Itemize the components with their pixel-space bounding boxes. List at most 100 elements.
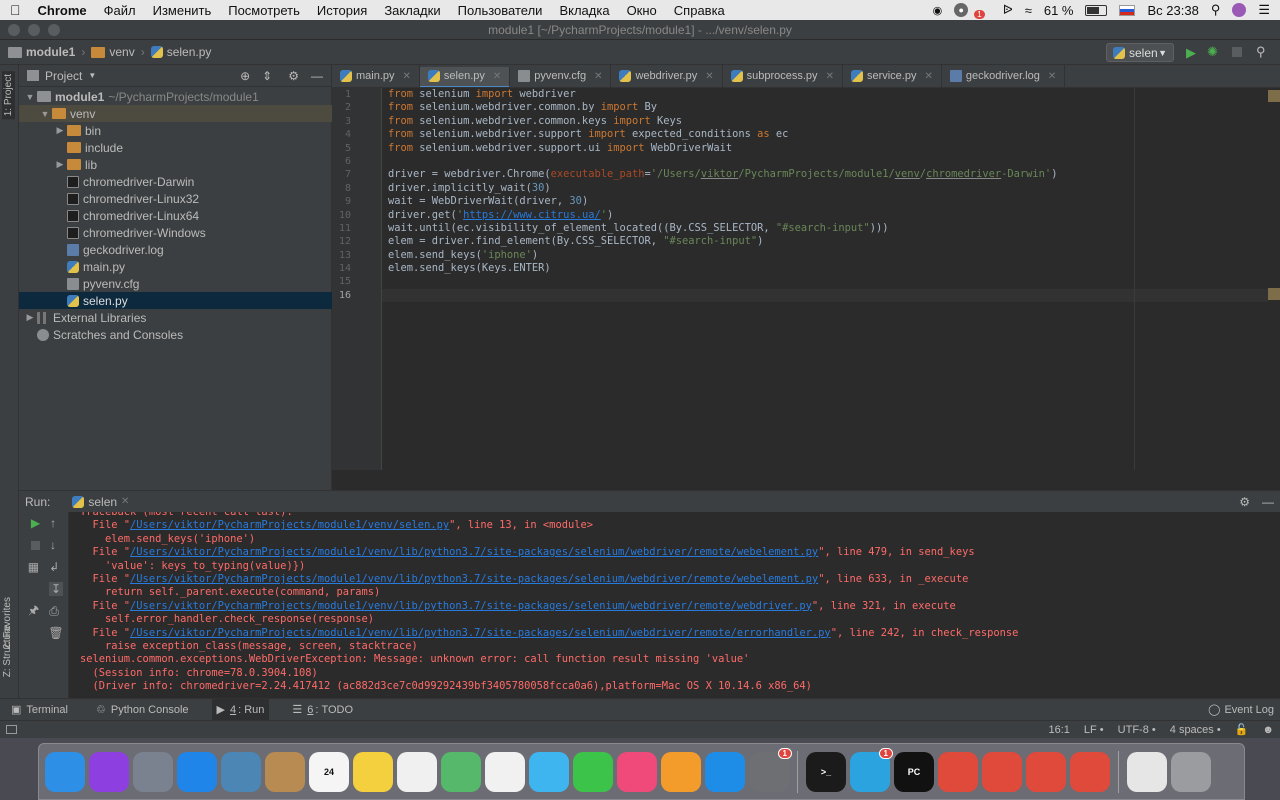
close-tab-icon[interactable]: ✕ — [403, 71, 411, 82]
chevron-right-icon[interactable]: ▶ — [23, 312, 37, 323]
run-configuration-select[interactable]: selen ▼ — [1106, 43, 1174, 62]
search-everywhere-icon[interactable]: ⚲ — [1256, 44, 1266, 60]
menu-item-5[interactable]: Пользователи — [458, 3, 543, 18]
close-tab-icon[interactable]: ✕ — [826, 71, 834, 82]
breadcrumb-venv[interactable]: venv — [91, 45, 135, 59]
chevron-down-icon[interactable]: ▼ — [88, 71, 96, 80]
tree-item-folder-bin[interactable]: ▶ bin — [19, 122, 332, 139]
dock-calendar-icon[interactable]: 24 — [309, 751, 349, 792]
dock-preview-icon[interactable] — [221, 751, 261, 792]
run-tab-selen[interactable]: selen — [88, 495, 117, 509]
dock-reminders-icon[interactable] — [397, 751, 437, 792]
dock-telegram-icon[interactable]: 1 — [850, 747, 893, 792]
tree-item-file[interactable]: selen.py — [19, 292, 332, 309]
bluetooth-icon[interactable]: ᐉ — [1003, 2, 1013, 18]
menu-item-4[interactable]: Закладки — [384, 3, 440, 18]
tree-item-file[interactable]: main.py — [19, 258, 332, 275]
soft-wrap-icon[interactable]: ↲ — [49, 560, 59, 574]
stop-icon[interactable] — [31, 540, 40, 550]
tree-item-external-libraries[interactable]: ▶ External Libraries — [19, 309, 332, 326]
scroll-to-end-icon[interactable]: ↧ — [48, 582, 64, 596]
menu-item-8[interactable]: Справка — [674, 3, 725, 18]
menu-app[interactable]: Chrome — [38, 3, 87, 18]
menu-item-0[interactable]: Файл — [104, 3, 136, 18]
dock-notes-icon[interactable] — [353, 751, 393, 792]
tree-item-file[interactable]: pyvenv.cfg — [19, 275, 332, 292]
dock-system-preferences-icon[interactable]: 1 — [749, 747, 792, 792]
traceback-file-link[interactable]: /Users/viktor/PycharmProjects/module1/ve… — [130, 627, 831, 639]
battery-icon[interactable] — [1085, 4, 1108, 16]
lock-icon[interactable]: 🔓 — [1235, 723, 1249, 736]
tree-item-file[interactable]: chromedriver-Linux32 — [19, 190, 332, 207]
notification-icon[interactable]: ● — [954, 3, 969, 17]
menu-item-2[interactable]: Посмотреть — [228, 3, 300, 18]
traceback-file-link[interactable]: /Users/viktor/PycharmProjects/module1/ve… — [130, 600, 812, 612]
dock-safari-icon[interactable] — [177, 751, 217, 792]
editor-tab[interactable]: geckodriver.log ✕ — [942, 65, 1066, 87]
hide-panel-icon[interactable]: — — [1262, 495, 1274, 509]
gear-icon[interactable]: ⚙ — [288, 69, 299, 83]
tool-window-terminal[interactable]: ▣ Terminal — [6, 699, 73, 721]
dock-messages-icon[interactable] — [529, 751, 569, 792]
code-editor[interactable]: from selenium import webdriver from selen… — [382, 88, 1280, 470]
event-log-button[interactable]: ◯ Event Log — [1208, 703, 1274, 717]
print-icon[interactable]: ⎙ — [49, 604, 59, 619]
tree-item-folder-lib[interactable]: ▶ lib — [19, 156, 332, 173]
dock-launchpad-icon[interactable] — [133, 751, 173, 792]
hide-panel-icon[interactable]: — — [311, 69, 323, 83]
tree-item-folder-include[interactable]: include — [19, 139, 332, 156]
structure-tool-button[interactable]: Z: Structure — [2, 625, 13, 677]
layout-icon[interactable]: ▦ — [28, 560, 39, 574]
menu-item-3[interactable]: История — [317, 3, 367, 18]
gear-icon[interactable]: ⚙ — [1239, 495, 1250, 509]
dock-chrome-4-icon[interactable] — [1070, 751, 1110, 792]
menu-item-6[interactable]: Вкладка — [559, 3, 609, 18]
close-icon[interactable]: ✕ — [121, 496, 129, 507]
tree-item-module1[interactable]: ▼ module1 ~/PycharmProjects/module1 — [19, 88, 332, 105]
tree-item-file[interactable]: chromedriver-Linux64 — [19, 207, 332, 224]
dock-app-store-icon[interactable] — [705, 751, 745, 792]
dock-siri-icon[interactable] — [89, 751, 129, 792]
close-tab-icon[interactable]: ✕ — [1048, 71, 1056, 82]
dock-terminal-icon[interactable]: >_ — [806, 751, 846, 792]
run-icon[interactable]: ▶ — [1186, 45, 1196, 61]
clock[interactable]: Вс 23:38 — [1147, 3, 1198, 18]
editor-tab[interactable]: pyvenv.cfg ✕ — [510, 65, 612, 87]
dock-contacts-icon[interactable] — [265, 751, 305, 792]
tree-item-file[interactable]: chromedriver-Darwin — [19, 173, 332, 190]
caret-position[interactable]: 16:1 — [1048, 724, 1069, 736]
chevron-right-icon[interactable]: ▶ — [53, 159, 67, 170]
breadcrumb-module1[interactable]: module1 — [8, 45, 75, 59]
tree-item-scratches[interactable]: Scratches and Consoles — [19, 326, 332, 343]
debug-icon[interactable]: ✺ — [1207, 44, 1218, 60]
close-tab-icon[interactable]: ✕ — [705, 71, 713, 82]
tree-item-venv[interactable]: ▼ venv — [19, 105, 332, 122]
dock-chrome-3-icon[interactable] — [1026, 751, 1066, 792]
apple-icon[interactable]:  — [10, 2, 21, 18]
caret-marker[interactable] — [1268, 288, 1280, 300]
locate-file-icon[interactable]: ⊕ — [240, 69, 250, 83]
siri-icon[interactable] — [1232, 3, 1247, 17]
dock-maps-icon[interactable] — [441, 751, 481, 792]
rerun-icon[interactable]: ▶ — [31, 516, 40, 530]
editor-tab[interactable]: service.py ✕ — [843, 65, 942, 87]
tool-windows-icon[interactable] — [6, 725, 17, 734]
breadcrumb-file[interactable]: selen.py — [150, 45, 211, 59]
traceback-file-link[interactable]: /Users/viktor/PycharmProjects/module1/ve… — [130, 546, 818, 558]
chevron-right-icon[interactable]: ▶ — [53, 125, 67, 136]
tree-item-file[interactable]: geckodriver.log — [19, 241, 332, 258]
trash-icon[interactable]: 🗑 — [48, 626, 63, 640]
close-tab-icon[interactable]: ✕ — [924, 71, 932, 82]
dock-pycharm-icon[interactable]: PC — [894, 751, 934, 792]
collapse-all-icon[interactable]: ⇕ — [262, 69, 272, 83]
traceback-file-link[interactable]: /Users/viktor/PycharmProjects/module1/ve… — [130, 573, 818, 585]
close-tab-icon[interactable]: ✕ — [493, 71, 501, 82]
stop-icon[interactable] — [1232, 47, 1242, 57]
chevron-down-icon[interactable]: ▼ — [38, 109, 52, 119]
tool-window-todo[interactable]: ☰ 6: TODO — [287, 699, 358, 721]
notification-center-icon[interactable]: ☰ — [1258, 2, 1270, 18]
dock-trash-icon[interactable] — [1171, 751, 1211, 792]
inspector-icon[interactable]: ☻ — [1262, 724, 1274, 736]
cc-icon[interactable]: ◉ — [933, 4, 943, 17]
dock-facetime-icon[interactable] — [573, 751, 613, 792]
